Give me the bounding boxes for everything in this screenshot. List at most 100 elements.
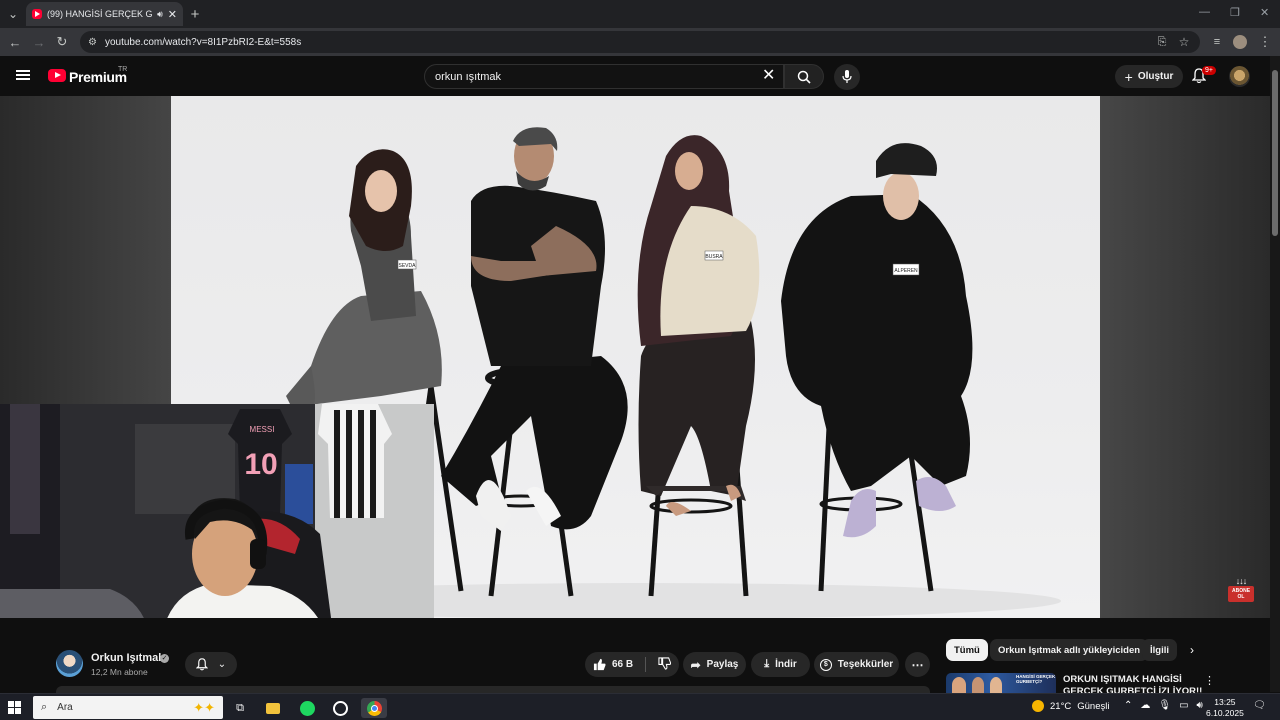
video-player[interactable]: SEVDA BUSRA ALPEREN 10 MESSI ↓↓↓ ABONE O…: [0, 96, 1270, 618]
task-view-icon[interactable]: ⧉: [230, 698, 250, 718]
search-button[interactable]: [784, 64, 824, 89]
name-tag-alperen: ALPEREN: [894, 268, 918, 274]
chip-related[interactable]: İlgili: [1142, 639, 1177, 661]
subscriber-count: 12,2 Mn abone: [91, 667, 148, 677]
recommended-video-thumbnail[interactable]: HANGİSİ GERÇEK GURBETÇİ?: [946, 673, 1056, 693]
thumb-caption: HANGİSİ GERÇEK GURBETÇİ?: [1016, 674, 1056, 684]
player-backdrop-right: [1100, 96, 1270, 618]
thumb-face-2: [972, 677, 984, 693]
forward-icon[interactable]: →: [30, 33, 48, 51]
onedrive-cloud-icon[interactable]: ☁: [1140, 700, 1150, 711]
install-app-icon[interactable]: ⎘: [1153, 33, 1171, 51]
restore-icon[interactable]: ❐: [1230, 6, 1240, 19]
subscription-bell-button[interactable]: ⌄: [185, 652, 237, 677]
download-button[interactable]: ⤓ İndir: [751, 652, 810, 677]
windows-start-icon[interactable]: [8, 701, 21, 714]
spotify-icon[interactable]: [297, 698, 317, 718]
media-control-icon[interactable]: ≡: [1208, 33, 1226, 51]
like-separator: [645, 657, 647, 672]
address-bar[interactable]: ⚙ youtube.com/watch?v=8I1PzbRI2-E&t=558s: [80, 31, 1200, 53]
webcam-overlay: 10 MESSI: [0, 404, 434, 618]
share-label: Paylaş: [706, 659, 739, 670]
taskbar-search-icon: ⌕: [41, 701, 48, 713]
youtube-logo-icon[interactable]: [48, 69, 66, 82]
windows-taskbar: ⌕ Ara ✦✦ ⧉ 21°C Güneşli ⌃ ☁ 🎙︎ ▭ 🔊︎ 13:2…: [0, 693, 1280, 720]
weather-temp: 21°C: [1050, 700, 1072, 712]
steam-icon[interactable]: [330, 698, 350, 718]
back-icon[interactable]: ←: [6, 33, 24, 51]
taskbar-search[interactable]: ⌕ Ara ✦✦: [33, 696, 223, 719]
thumbs-up-icon: [593, 658, 606, 671]
volume-icon[interactable]: 🔊︎: [1197, 700, 1203, 711]
site-info-icon[interactable]: ⚙: [88, 37, 97, 48]
dislike-button[interactable]: [658, 656, 672, 673]
tab-audio-icon[interactable]: 🔊︎: [157, 9, 163, 20]
taskbar-search-placeholder: Ara: [57, 702, 73, 713]
plus-icon: +: [1124, 68, 1133, 85]
weather-widget[interactable]: 21°C Güneşli: [1032, 700, 1109, 712]
minimize-icon[interactable]: —: [1199, 6, 1210, 18]
reload-icon[interactable]: ↻: [53, 33, 71, 51]
like-button[interactable]: 66 B: [593, 658, 633, 671]
name-tag-sevda: SEVDA: [399, 263, 417, 269]
system-tray: ⌃ ☁ 🎙︎ ▭ 🔊︎: [1124, 700, 1203, 711]
chevron-down-icon: ⌄: [217, 659, 227, 670]
search-input[interactable]: orkun ışıtmak: [424, 64, 784, 89]
youtube-header: Premium TR orkun ışıtmak ✕ + Oluştur 9+: [0, 56, 1280, 96]
new-tab-icon[interactable]: +: [186, 5, 204, 23]
person-man-polo: [441, 127, 628, 531]
chrome-icon[interactable]: [361, 698, 387, 718]
thanks-button[interactable]: $ Teşekkürler: [814, 652, 899, 677]
tab-search-icon[interactable]: ⌄: [4, 5, 22, 23]
region-code: TR: [118, 66, 128, 73]
browser-tab[interactable]: (99) HANGİSİ GERÇEK GURBE 🔊︎ ✕: [26, 2, 183, 26]
channel-name[interactable]: Orkun Işıtmak: [91, 652, 164, 664]
create-label: Oluştur: [1137, 71, 1174, 82]
tab-title: (99) HANGİSİ GERÇEK GURBE: [47, 9, 153, 19]
network-icon[interactable]: ▭: [1179, 700, 1188, 711]
clock-date: 6.10.2025: [1206, 708, 1244, 718]
arrow-down-icon: ↓↓↓: [1235, 576, 1248, 586]
download-icon: ⤓: [764, 658, 770, 670]
mic-tray-icon[interactable]: 🎙︎: [1158, 700, 1171, 711]
recommended-video-title[interactable]: ORKUN IŞITMAK HANGİSİ GERÇEK GURBETÇİ İZ…: [1063, 674, 1203, 693]
browser-menu-icon[interactable]: ⋮: [1256, 33, 1274, 51]
channel-avatar[interactable]: [56, 650, 83, 677]
scrollbar-thumb[interactable]: [1272, 70, 1278, 236]
subscribe-watermark[interactable]: ↓↓↓ ABONE OL: [1228, 576, 1254, 604]
account-avatar[interactable]: [1229, 66, 1250, 87]
clock-time: 13:25: [1214, 697, 1236, 707]
more-actions-button[interactable]: ⋯: [905, 652, 930, 677]
person-sevda: SEVDA: [286, 149, 442, 416]
weather-text: Güneşli: [1077, 700, 1110, 712]
notification-badge: 9+: [1202, 66, 1216, 75]
super-thanks-icon: $: [819, 658, 832, 671]
voice-search-button[interactable]: [834, 64, 860, 90]
taskbar-clock[interactable]: 13:25 6.10.2025: [1206, 697, 1244, 719]
window-close-icon[interactable]: ✕: [1260, 6, 1269, 19]
webcam-scene: 10 MESSI: [0, 404, 434, 618]
notification-center-icon[interactable]: 🗨︎: [1253, 700, 1266, 711]
tray-chevron-icon[interactable]: ⌃: [1124, 700, 1132, 711]
person-alperen: ALPEREN: [781, 143, 973, 538]
file-explorer-icon[interactable]: [263, 698, 283, 718]
like-dislike-group: 66 B: [585, 652, 679, 677]
profile-icon[interactable]: [1231, 33, 1249, 51]
page-scrollbar[interactable]: [1270, 56, 1280, 692]
menu-hamburger-icon[interactable]: [16, 70, 30, 80]
thumb-face-3: [990, 677, 1002, 693]
search-query: orkun ışıtmak: [435, 70, 502, 83]
thanks-label: Teşekkürler: [837, 659, 894, 670]
tab-close-icon[interactable]: ✕: [168, 8, 177, 21]
chip-from-uploader[interactable]: Orkun Işıtmak adlı yükleyiciden: [990, 639, 1149, 661]
bookmark-star-icon[interactable]: ☆: [1175, 33, 1193, 51]
jersey-name: MESSI: [250, 425, 275, 434]
chip-all[interactable]: Tümü: [946, 639, 988, 661]
clear-search-icon[interactable]: ✕: [762, 68, 775, 84]
chevron-right-icon[interactable]: ›: [1190, 643, 1194, 657]
share-button[interactable]: ➦ Paylaş: [683, 652, 746, 677]
sun-icon: [1032, 700, 1044, 712]
recommended-more-icon[interactable]: ⋮: [1204, 674, 1215, 687]
create-button[interactable]: + Oluştur: [1115, 65, 1183, 88]
microphone-icon: [842, 70, 852, 83]
